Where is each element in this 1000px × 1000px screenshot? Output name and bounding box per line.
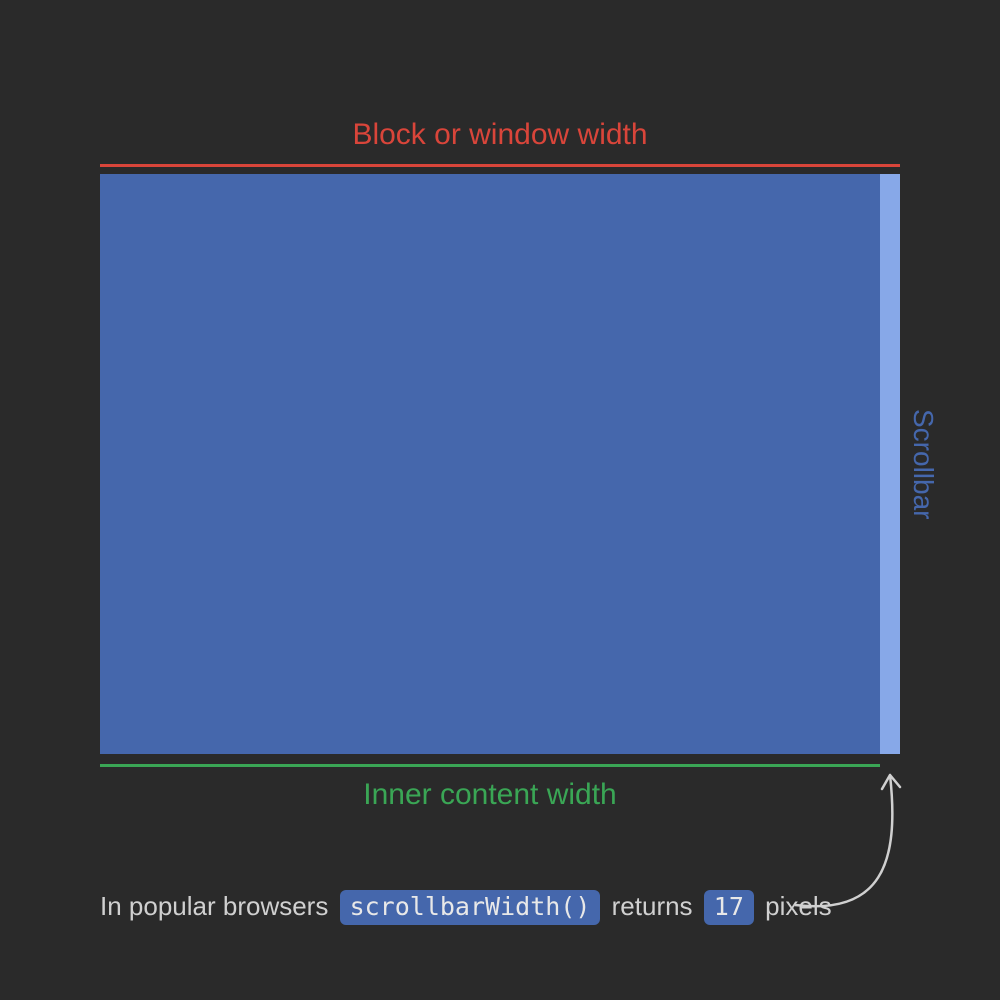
outer-width-label: Block or window width [100,118,900,152]
caption-middle: returns [612,891,693,921]
caption-suffix: pixels [765,891,831,921]
content-block [100,174,900,754]
caption-prefix: In popular browsers [100,891,328,921]
code-value-pill: 17 [704,890,754,925]
scrollbar-label: Scrollbar [908,174,938,754]
diagram-stage: Block or window width Scrollbar Inner co… [0,0,1000,1000]
inner-width-label: Inner content width [100,778,880,812]
caption-text: In popular browsers scrollbarWidth() ret… [100,890,880,925]
code-function-pill: scrollbarWidth() [340,890,601,925]
scrollbar-track [880,174,900,754]
outer-width-line [100,164,900,167]
inner-width-line [100,764,880,767]
scrollbar-label-text: Scrollbar [907,409,939,519]
